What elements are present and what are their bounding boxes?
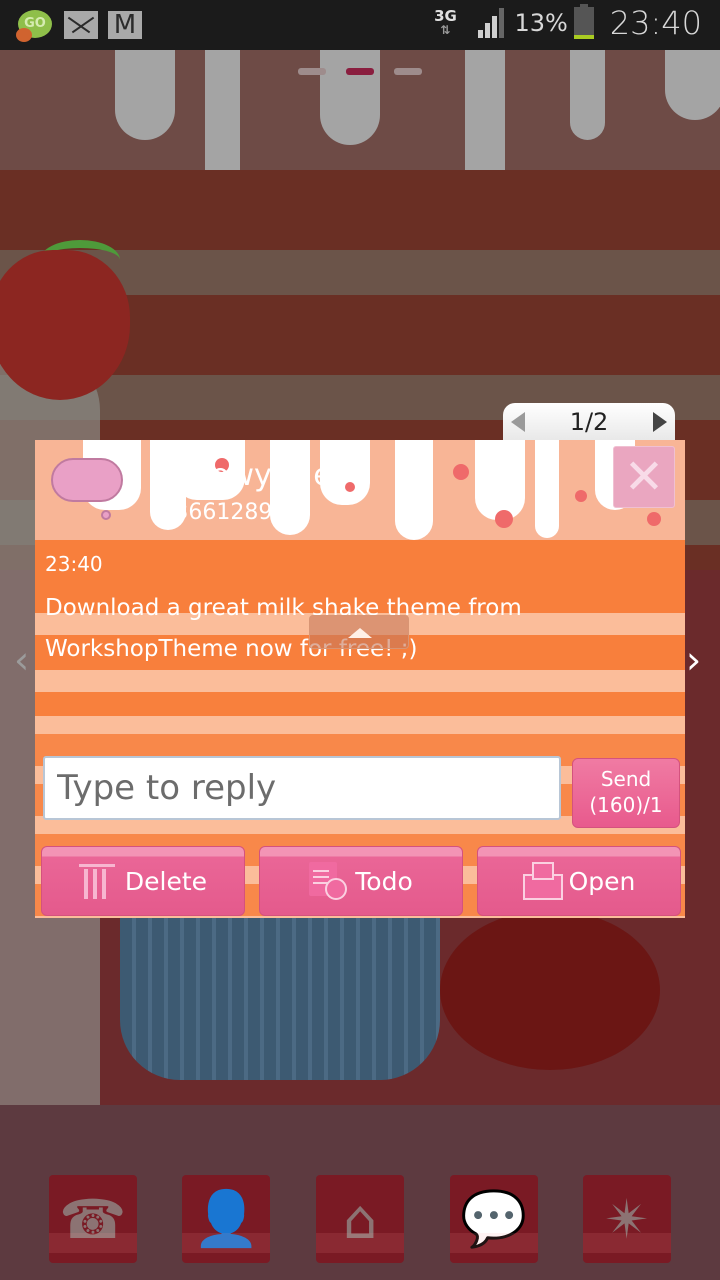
email-icon	[64, 11, 98, 39]
trash-icon	[78, 862, 115, 900]
go-sms-icon: GO	[16, 8, 54, 42]
todo-clock-icon	[309, 862, 348, 900]
signal-icon	[478, 8, 508, 38]
page-dot	[346, 68, 374, 75]
send-counter: (160)/1	[589, 793, 663, 817]
gmail-icon: M	[108, 11, 142, 39]
home-icon: ⌂	[342, 1187, 378, 1251]
star-icon: ✴	[604, 1187, 650, 1251]
open-envelope-icon	[522, 862, 563, 900]
dock-app-drawer-button[interactable]: ✴	[583, 1175, 672, 1263]
contact-name: Moj owy N e	[149, 458, 332, 493]
pager-next-icon[interactable]	[653, 412, 667, 432]
reply-area: Send (160)/1 Delete Todo Open	[35, 716, 685, 918]
action-bar: Delete Todo Open	[41, 846, 681, 916]
dock-home-button[interactable]: ⌂	[315, 1175, 404, 1263]
dock: ☎ 👤 ⌂ 💬 ✴	[0, 1175, 720, 1265]
open-button[interactable]: Open	[477, 846, 681, 916]
contacts-icon: 👤	[192, 1187, 261, 1250]
expand-button[interactable]	[309, 615, 409, 649]
page-dot	[298, 68, 326, 75]
page-dot	[394, 68, 422, 75]
dock-messages-button[interactable]: 💬	[449, 1175, 538, 1263]
previous-page-arrow[interactable]: ‹	[14, 638, 29, 682]
popup-header: Moj owy N e + 3661289 9 ✕	[35, 440, 685, 540]
message-time: 23:40	[45, 552, 103, 576]
phone-icon: ☎	[59, 1187, 127, 1251]
close-icon: ✕	[623, 449, 665, 505]
pager-count: 1/2	[569, 408, 609, 436]
status-bar: GO M 3G ⇅ 13% 23:40	[0, 0, 720, 50]
contact-number: + 3661289 9	[149, 500, 294, 525]
contact-avatar-icon	[51, 458, 129, 520]
reply-input[interactable]	[43, 756, 561, 820]
battery-icon	[573, 4, 594, 39]
messages-icon: 💬	[459, 1187, 528, 1250]
message-pager: 1/2	[503, 403, 675, 441]
todo-button[interactable]: Todo	[259, 846, 463, 916]
page-indicator	[0, 68, 720, 75]
send-label: Send	[600, 767, 652, 791]
dock-contacts-button[interactable]: 👤	[182, 1175, 271, 1263]
cupcake-decoration	[120, 910, 440, 1080]
delete-label: Delete	[124, 866, 208, 896]
network-type-icon: 3G ⇅	[434, 7, 457, 38]
sms-popup: Moj owy N e + 3661289 9 ✕ 23:40 Download…	[35, 440, 685, 918]
todo-label: Todo	[355, 866, 413, 896]
dock-phone-button[interactable]: ☎	[48, 1175, 137, 1263]
delete-button[interactable]: Delete	[41, 846, 245, 916]
open-label: Open	[568, 866, 636, 896]
battery-percent: 13%	[514, 9, 568, 37]
close-button[interactable]: ✕	[613, 446, 675, 508]
send-button[interactable]: Send (160)/1	[572, 758, 680, 828]
next-page-arrow[interactable]: ›	[686, 638, 701, 682]
status-clock: 23:40	[609, 4, 702, 42]
pager-prev-icon[interactable]	[511, 412, 525, 432]
